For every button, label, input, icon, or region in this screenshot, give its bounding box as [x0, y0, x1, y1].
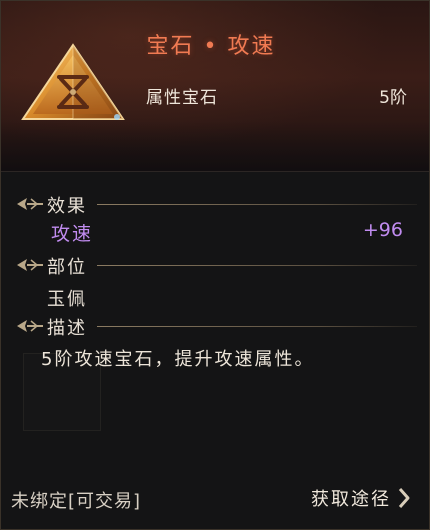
- item-title: 宝石 • 攻速: [146, 34, 276, 59]
- item-tier: 5阶: [379, 88, 407, 108]
- description-text: 5阶攻速宝石，提升攻速属性。: [41, 349, 315, 370]
- effect-stat-value: +96: [362, 219, 403, 241]
- slot-value: 玉佩: [47, 289, 87, 310]
- ornate-arrow-icon: [17, 259, 43, 271]
- section-effect-title: 效果: [47, 196, 87, 217]
- effect-stat-name: 攻速: [51, 223, 94, 245]
- section-divider: [97, 204, 417, 205]
- ornate-arrow-icon: [17, 198, 43, 210]
- section-description-header: 描述: [15, 314, 417, 339]
- item-header: 宝石 • 攻速 属性宝石 5阶: [1, 1, 429, 172]
- obtain-source-button[interactable]: 获取途径: [311, 483, 411, 513]
- ornate-arrow-icon: [17, 320, 43, 332]
- section-effect-header: 效果: [15, 192, 417, 217]
- item-tooltip-panel: 宝石 • 攻速 属性宝石 5阶 效果 攻速 +96 部位 玉佩 描述 5阶攻速宝…: [0, 0, 430, 530]
- section-slot-title: 部位: [47, 257, 87, 278]
- section-divider: [97, 326, 417, 327]
- chevron-right-icon: [398, 488, 410, 508]
- bind-status: 未绑定[可交易]: [11, 491, 142, 512]
- section-divider: [97, 265, 417, 266]
- item-type-label: 属性宝石: [146, 88, 218, 108]
- obtain-source-label: 获取途径: [311, 489, 391, 510]
- section-slot-header: 部位: [15, 253, 417, 278]
- section-description-title: 描述: [47, 318, 87, 339]
